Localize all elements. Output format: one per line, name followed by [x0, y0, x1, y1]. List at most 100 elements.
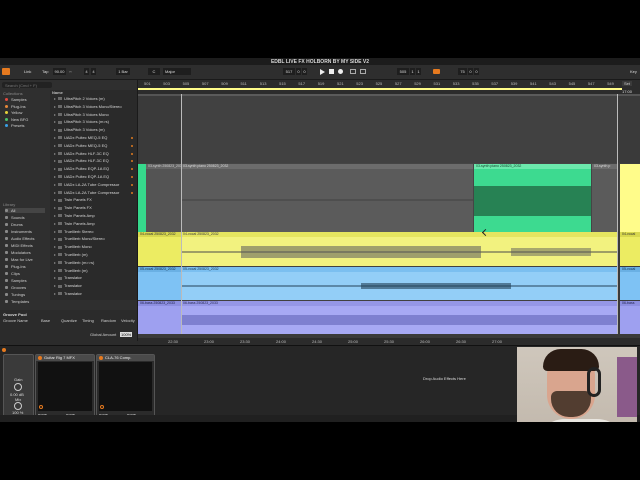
stop-button[interactable] — [329, 69, 334, 74]
list-item[interactable]: Translator — [54, 291, 136, 297]
library-item[interactable]: Max for Live — [5, 257, 33, 262]
expand-arrow-icon[interactable] — [54, 152, 56, 155]
library-item[interactable]: MIDI Effects — [5, 243, 33, 248]
clip-bass-left[interactable]: 06-bass 250823_2033 — [138, 301, 181, 334]
quantize-select[interactable]: 1 Bar — [116, 68, 130, 75]
expand-arrow-icon[interactable] — [54, 253, 56, 256]
clip-bass-right[interactable]: 06-bass — [620, 301, 640, 334]
scale-select[interactable]: Major — [163, 68, 191, 75]
global-amount-value[interactable]: 100% — [120, 332, 133, 337]
library-item[interactable]: Tunings — [5, 292, 25, 297]
bar-ruler[interactable]: 501 503 505 507 509 511 513 515 517 519 521 523 525 5… — [138, 80, 640, 94]
expand-arrow-icon[interactable] — [54, 136, 56, 139]
set-locator-button[interactable]: Set — [622, 81, 633, 86]
list-item[interactable]: Twin Panels FX — [54, 205, 136, 211]
list-item[interactable]: UltraPitch 3 Voices (m>s) — [54, 119, 136, 125]
expand-arrow-icon[interactable] — [54, 160, 56, 163]
device-cla76-title[interactable]: CLA-76 Comp. — [97, 355, 154, 361]
expand-arrow-icon[interactable] — [54, 105, 56, 108]
list-item[interactable]: UADx LA-2A Tube Compressor — [54, 182, 136, 188]
expand-arrow-icon[interactable] — [54, 191, 56, 194]
track-power-icon[interactable] — [2, 348, 6, 352]
library-item[interactable]: Templates — [5, 299, 29, 304]
expand-arrow-icon[interactable] — [54, 214, 56, 217]
list-item[interactable]: UADx Pultec EQP-1A EQ — [54, 174, 136, 180]
session-record-icon[interactable] — [360, 69, 366, 74]
position-sixteenth[interactable]: 0 — [302, 68, 307, 75]
list-item[interactable]: Truelllerb Mono/Stereo — [54, 236, 136, 242]
loop-length-sixteenth[interactable]: 0 — [474, 68, 479, 75]
expand-arrow-icon[interactable] — [54, 269, 56, 272]
mix-knob[interactable] — [14, 402, 22, 410]
list-item[interactable]: UltraPitch 3 Voices Mono/Stereo — [54, 104, 136, 110]
loop-length-beat[interactable]: 0 — [468, 68, 473, 75]
device-power-icon[interactable] — [38, 356, 42, 360]
list-item[interactable]: Twin Panels Amp — [54, 213, 136, 219]
collection-item[interactable]: Samples — [5, 97, 27, 102]
expand-arrow-icon[interactable] — [54, 121, 56, 124]
collection-item[interactable]: New BFG — [5, 117, 28, 122]
library-item[interactable]: All — [5, 208, 45, 213]
clip-vocal-b-right[interactable]: 05-vocal — [620, 267, 640, 300]
list-item[interactable]: Translator — [54, 275, 136, 281]
position-beat[interactable]: 0 — [296, 68, 301, 75]
loop-start-bar[interactable]: 505 — [397, 68, 409, 75]
list-item[interactable]: Truelllerb (m) — [54, 268, 136, 274]
list-item[interactable]: UADx Pultec MEQ-5 EQ — [54, 135, 136, 141]
gain-knob[interactable] — [14, 383, 22, 391]
loop-start-sixteenth[interactable]: 1 — [416, 68, 421, 75]
list-item[interactable]: UADx Pultec EQP-1A EQ — [54, 166, 136, 172]
list-item[interactable]: Twin Panels Amp — [54, 221, 136, 227]
list-item[interactable]: UltraPitch 3 Voices Mono — [54, 112, 136, 118]
expand-arrow-icon[interactable] — [54, 261, 56, 264]
ableton-icon[interactable] — [2, 68, 10, 75]
expand-arrow-icon[interactable] — [54, 207, 56, 210]
clip-vocal-a-right[interactable]: 04-vocal — [620, 232, 640, 266]
expand-arrow-icon[interactable] — [54, 199, 56, 202]
collection-item[interactable]: Presets — [5, 123, 25, 128]
expand-arrow-icon[interactable] — [54, 168, 56, 171]
library-item[interactable]: Samples — [5, 278, 27, 283]
list-item[interactable]: Truelllerb (m>>s) — [54, 260, 136, 266]
list-item[interactable]: Truelllerb Stereo — [54, 229, 136, 235]
device2-power-icon[interactable] — [99, 356, 103, 360]
expand-arrow-icon[interactable] — [54, 175, 56, 178]
expand-arrow-icon[interactable] — [54, 144, 56, 147]
record-button[interactable] — [338, 69, 343, 74]
list-item[interactable]: Truelllerb (m) — [54, 252, 136, 258]
clip-synth-far-right[interactable] — [620, 164, 640, 232]
position-bar[interactable]: 517 — [283, 68, 295, 75]
clip-vocal-left[interactable]: 04-vocal 250823_2032 — [138, 232, 181, 266]
list-item[interactable]: UADx Pultec HLF-3C EQ — [54, 158, 136, 164]
collection-item[interactable]: Yellow — [5, 110, 22, 115]
library-item[interactable]: Audio Effects — [5, 236, 35, 241]
list-item[interactable]: Truelllerb Mono — [54, 244, 136, 250]
loop-switch[interactable] — [433, 69, 440, 74]
expand-arrow-icon[interactable] — [54, 230, 56, 233]
metronome-icon[interactable]: ◦◦ — [69, 68, 73, 75]
list-item[interactable]: Translator — [54, 283, 136, 289]
time-sig-denominator[interactable]: 4 — [91, 68, 96, 75]
expand-arrow-icon[interactable] — [54, 97, 56, 100]
arrangement-record-icon[interactable] — [350, 69, 356, 74]
expand-arrow-icon[interactable] — [54, 222, 56, 225]
library-item[interactable]: Sounds — [5, 215, 25, 220]
clip-vocal2-left[interactable]: 05-vocal 250823_2032 — [138, 267, 181, 300]
expand-arrow-icon[interactable] — [54, 238, 56, 241]
track-color-synth[interactable] — [138, 164, 146, 232]
list-item[interactable]: UADx Pultec MEQ-5 EQ — [54, 143, 136, 149]
key-select[interactable]: C — [148, 68, 160, 75]
play-button[interactable] — [320, 69, 325, 75]
collection-item[interactable]: Plug-Ins — [5, 104, 26, 109]
list-item[interactable]: UADx LA-2A Tube Compressor — [54, 190, 136, 196]
library-item[interactable]: Plug-Ins — [5, 264, 26, 269]
loop-length-bar[interactable]: 75 — [458, 68, 467, 75]
key-map-button[interactable]: Key — [630, 68, 637, 75]
library-item[interactable]: Clips — [5, 271, 20, 276]
library-item[interactable]: Grooves — [5, 285, 26, 290]
device-guitar-rig[interactable]: Guitar Rig 7 MFX none none — [35, 354, 95, 418]
loop-start-beat[interactable]: 1 — [410, 68, 415, 75]
time-sig-numerator[interactable]: 4 — [84, 68, 89, 75]
list-item[interactable]: UltraPitch 3 Voices (m) — [54, 127, 136, 133]
library-item[interactable]: Instruments — [5, 229, 32, 234]
